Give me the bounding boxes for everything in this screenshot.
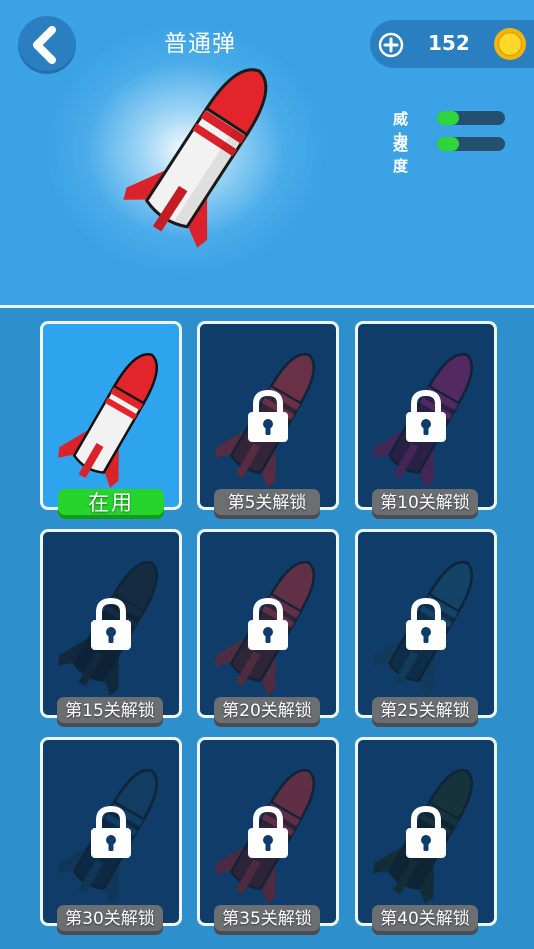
missile-card-inner	[358, 532, 494, 715]
missile-card[interactable]: 第25关解锁	[355, 529, 497, 727]
header-divider	[0, 305, 534, 308]
coin-counter: 152	[370, 20, 534, 68]
missile-card-inner	[200, 324, 336, 507]
unlock-level-label: 第15关解锁	[57, 697, 163, 727]
missile-card[interactable]: 在用	[40, 321, 182, 519]
missile-card-inner	[43, 324, 179, 507]
lock-icon	[246, 805, 290, 864]
stat-power-fill	[437, 111, 460, 125]
unlock-level-label: 第35关解锁	[214, 905, 320, 935]
unlock-level-label: 第10关解锁	[372, 489, 478, 519]
missile-card[interactable]: 第10关解锁	[355, 321, 497, 519]
stat-speed-label: 速度	[393, 136, 409, 175]
stat-speed-bar	[437, 137, 505, 151]
missile-card-inner	[43, 532, 179, 715]
coin-amount: 152	[428, 31, 470, 55]
back-button[interactable]	[18, 16, 76, 74]
stat-speed-fill	[437, 137, 460, 151]
stat-power-bar	[437, 111, 505, 125]
unlock-level-label: 第5关解锁	[214, 489, 320, 519]
missile-card[interactable]: 第15关解锁	[40, 529, 182, 727]
in-use-badge: 在用	[58, 489, 164, 519]
lock-icon	[404, 805, 448, 864]
missile-card-inner	[43, 740, 179, 923]
missile-card[interactable]: 第20关解锁	[197, 529, 339, 727]
unlock-level-label: 第40关解锁	[372, 905, 478, 935]
lock-icon	[404, 597, 448, 656]
lock-icon	[89, 805, 133, 864]
missile-card-inner	[358, 740, 494, 923]
header-panel: 普通弹 152 威力 速度	[0, 0, 534, 305]
back-arrow-icon	[33, 26, 56, 64]
lock-icon	[89, 597, 133, 656]
lock-icon	[404, 389, 448, 448]
missile-card[interactable]: 第30关解锁	[40, 737, 182, 935]
missile-card-inner	[200, 532, 336, 715]
unlock-level-label: 第20关解锁	[214, 697, 320, 727]
missile-card[interactable]: 第35关解锁	[197, 737, 339, 935]
missile-card-inner	[200, 740, 336, 923]
lock-icon	[246, 389, 290, 448]
missile-card[interactable]: 第40关解锁	[355, 737, 497, 935]
missile-name-title: 普通弹	[164, 31, 236, 57]
missile-card[interactable]: 第5关解锁	[197, 321, 339, 519]
unlock-level-label: 第30关解锁	[57, 905, 163, 935]
selected-missile-image	[123, 68, 268, 248]
gold-coin-icon	[494, 28, 526, 60]
plus-icon[interactable]	[378, 32, 404, 58]
lock-icon	[246, 597, 290, 656]
missile-image	[43, 324, 179, 507]
missile-card-inner	[358, 324, 494, 507]
unlock-level-label: 第25关解锁	[372, 697, 478, 727]
